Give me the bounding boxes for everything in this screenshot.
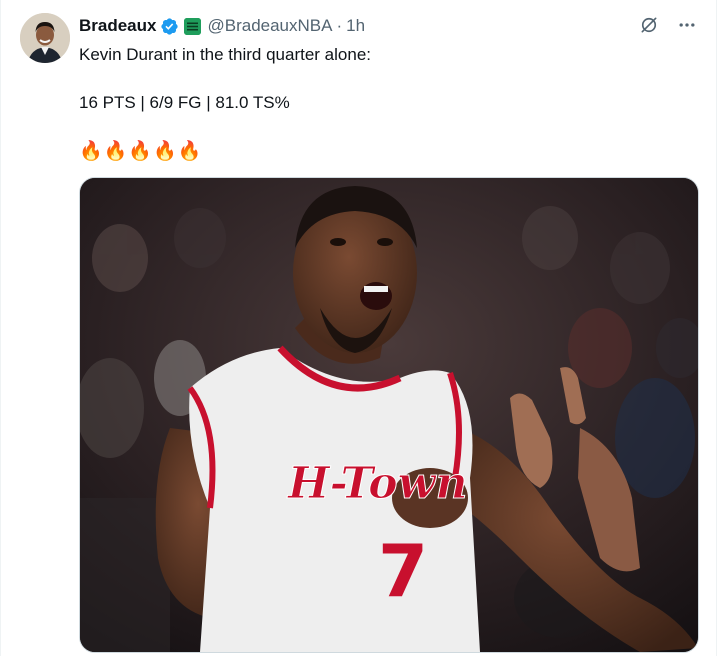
tweet-card[interactable]: Bradeaux @BradeauxNBA · 1h Kevin Durant … bbox=[0, 0, 717, 656]
jersey-text: H-Town bbox=[286, 458, 467, 509]
grok-icon[interactable] bbox=[638, 14, 660, 36]
tweet-header: Bradeaux @BradeauxNBA · 1h bbox=[79, 14, 365, 38]
affiliate-badge-icon[interactable] bbox=[184, 17, 202, 35]
verified-badge-icon[interactable] bbox=[160, 17, 179, 36]
jersey-number: 7 bbox=[378, 529, 428, 613]
tweet-text-line-2: 16 PTS | 6/9 FG | 81.0 TS% bbox=[79, 93, 290, 112]
tweet-actions bbox=[638, 14, 698, 36]
tweet-text-line-1: Kevin Durant in the third quarter alone: bbox=[79, 45, 372, 64]
more-dots-icon[interactable] bbox=[676, 14, 698, 36]
tweet-emoji-line: 🔥🔥🔥🔥🔥 bbox=[79, 140, 203, 162]
display-name[interactable]: Bradeaux bbox=[79, 14, 156, 38]
timestamp[interactable]: 1h bbox=[346, 14, 365, 38]
header-separator: · bbox=[336, 16, 343, 35]
tweet-media-photo[interactable]: H-Town 7 bbox=[79, 177, 699, 653]
user-handle[interactable]: @BradeauxNBA bbox=[207, 14, 332, 38]
avatar[interactable] bbox=[20, 13, 70, 63]
